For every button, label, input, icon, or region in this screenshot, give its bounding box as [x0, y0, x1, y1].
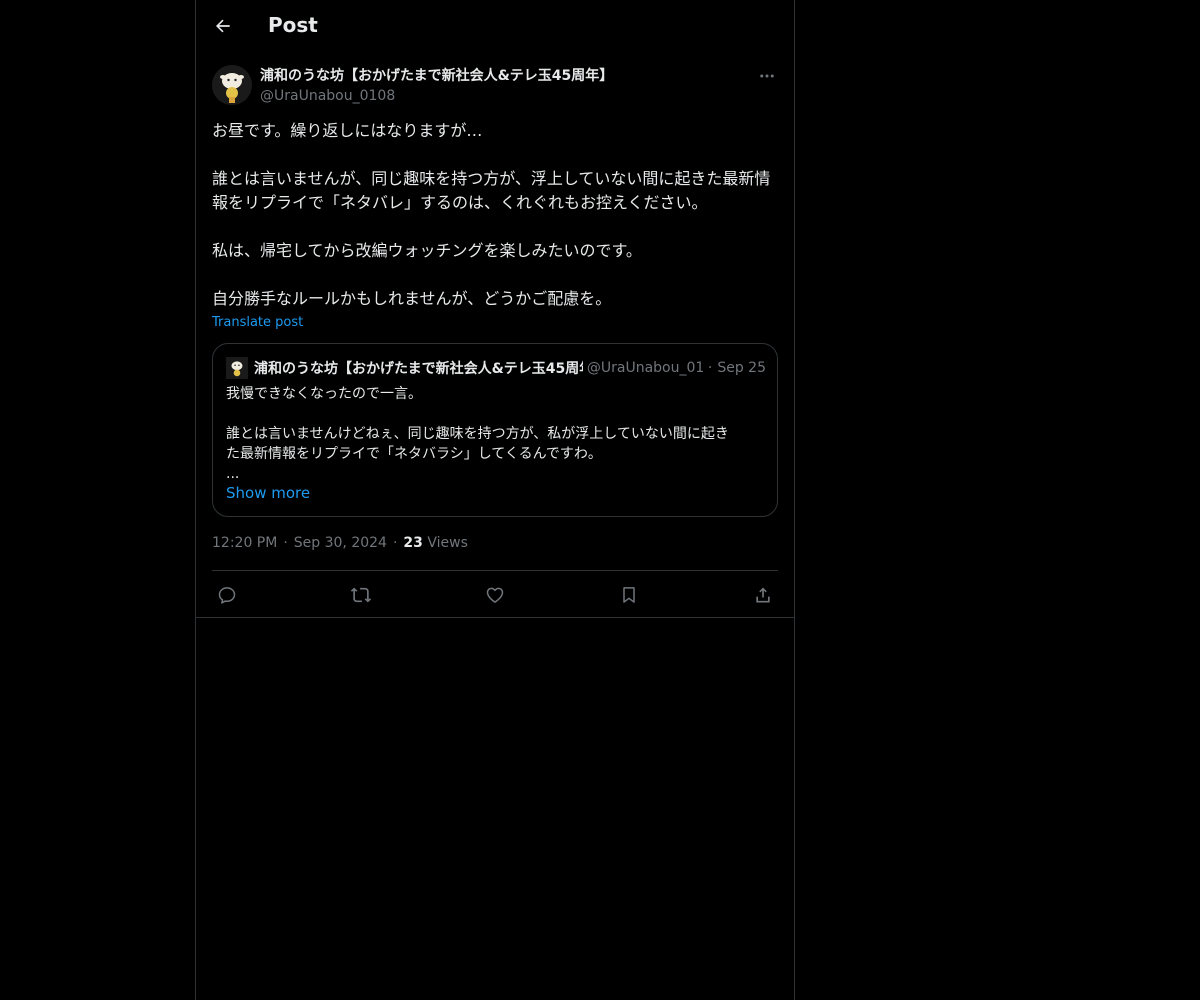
action-bar [212, 570, 778, 619]
quoted-post-header: 浦和のうな坊【おかげたまで新社会人&テレ玉45周年】 @UraUnabou_01… [226, 356, 766, 380]
separator-dot: · [283, 535, 288, 551]
repost-icon [350, 584, 372, 606]
show-more-link[interactable]: Show more [226, 484, 310, 502]
author-block: 浦和のうな坊【おかげたまで新社会人&テレ玉45周年】 @UraUnabou_01… [260, 65, 613, 104]
share-icon [753, 585, 773, 605]
post-text-paragraph: 私は、帰宅してから改編ウォッチングを楽しみたいのです。 [212, 241, 642, 260]
post-text: お昼です。繰り返しにはなりますが… 誰とは言いませんが、同じ趣味を持つ方が、浮上… [212, 119, 778, 311]
separator-dot: · [392, 535, 398, 551]
heart-icon [485, 585, 505, 605]
quoted-text-line: 誰とは言いませんけどねぇ、同じ趣味を持つ方が、私が浮上していない間に起き [226, 426, 729, 442]
share-button[interactable] [751, 583, 775, 607]
quoted-author-name: 浦和のうな坊【おかげたまで新社会人&テレ玉45周年】 [254, 361, 583, 377]
views-count: 23 [403, 535, 423, 551]
post-text-paragraph: 自分勝手なルールかもしれませんが、どうかご配慮を。 [212, 289, 612, 308]
post-text-paragraph: お昼です。繰り返しにはなりますが… [212, 121, 483, 140]
reply-button[interactable] [215, 583, 239, 607]
views-label: Views [427, 535, 468, 551]
repost-button[interactable] [349, 583, 373, 607]
main-column: Post 浦和のうな坊【おかげたまで新社会人&テレ玉45周年】 @UraUnab… [195, 0, 795, 1000]
quoted-post-text: 我慢できなくなったので一言。 誰とは言いませんけどねぇ、同じ趣味を持つ方が、私が… [226, 384, 766, 484]
quoted-text-ellipsis: ... [226, 466, 240, 482]
separator-dot: · [707, 360, 713, 376]
like-button[interactable] [483, 583, 507, 607]
quoted-post-date: Sep 25 [717, 360, 766, 376]
quoted-text-line: た最新情報をリプライで「ネタバラシ」してくるんですわ。 [226, 446, 602, 462]
bookmark-button[interactable] [617, 583, 641, 607]
top-bar: Post [196, 0, 794, 53]
quoted-text-line: 我慢できなくなったので一言。 [226, 386, 422, 402]
author-name[interactable]: 浦和のうな坊【おかげたまで新社会人&テレ玉45周年】 [260, 65, 613, 85]
author-handle[interactable]: @UraUnabou_0108 [260, 88, 613, 104]
bookmark-icon [619, 585, 639, 605]
back-button[interactable] [210, 13, 236, 39]
page-title: Post [268, 13, 318, 37]
author-avatar[interactable] [212, 65, 252, 105]
post-text-paragraph: 誰とは言いませんが、同じ趣味を持つ方が、浮上していない間に起きた最新情報をリプラ… [212, 169, 771, 212]
more-horizontal-icon [758, 67, 776, 85]
post-meta: 12:20 PM · Sep 30, 2024 · 23 Views [212, 535, 468, 551]
post-date[interactable]: Sep 30, 2024 [294, 535, 387, 551]
translate-post-link[interactable]: Translate post [212, 315, 303, 330]
post-time[interactable]: 12:20 PM [212, 535, 277, 551]
more-button[interactable] [756, 65, 778, 87]
reply-icon [217, 585, 237, 605]
quoted-author-avatar [226, 357, 248, 379]
arrow-left-icon [213, 16, 233, 36]
quoted-post[interactable]: 浦和のうな坊【おかげたまで新社会人&テレ玉45周年】 @UraUnabou_01… [212, 343, 778, 517]
quoted-author-handle: @UraUnabou_0108 [586, 360, 703, 376]
thread-divider [196, 617, 794, 618]
